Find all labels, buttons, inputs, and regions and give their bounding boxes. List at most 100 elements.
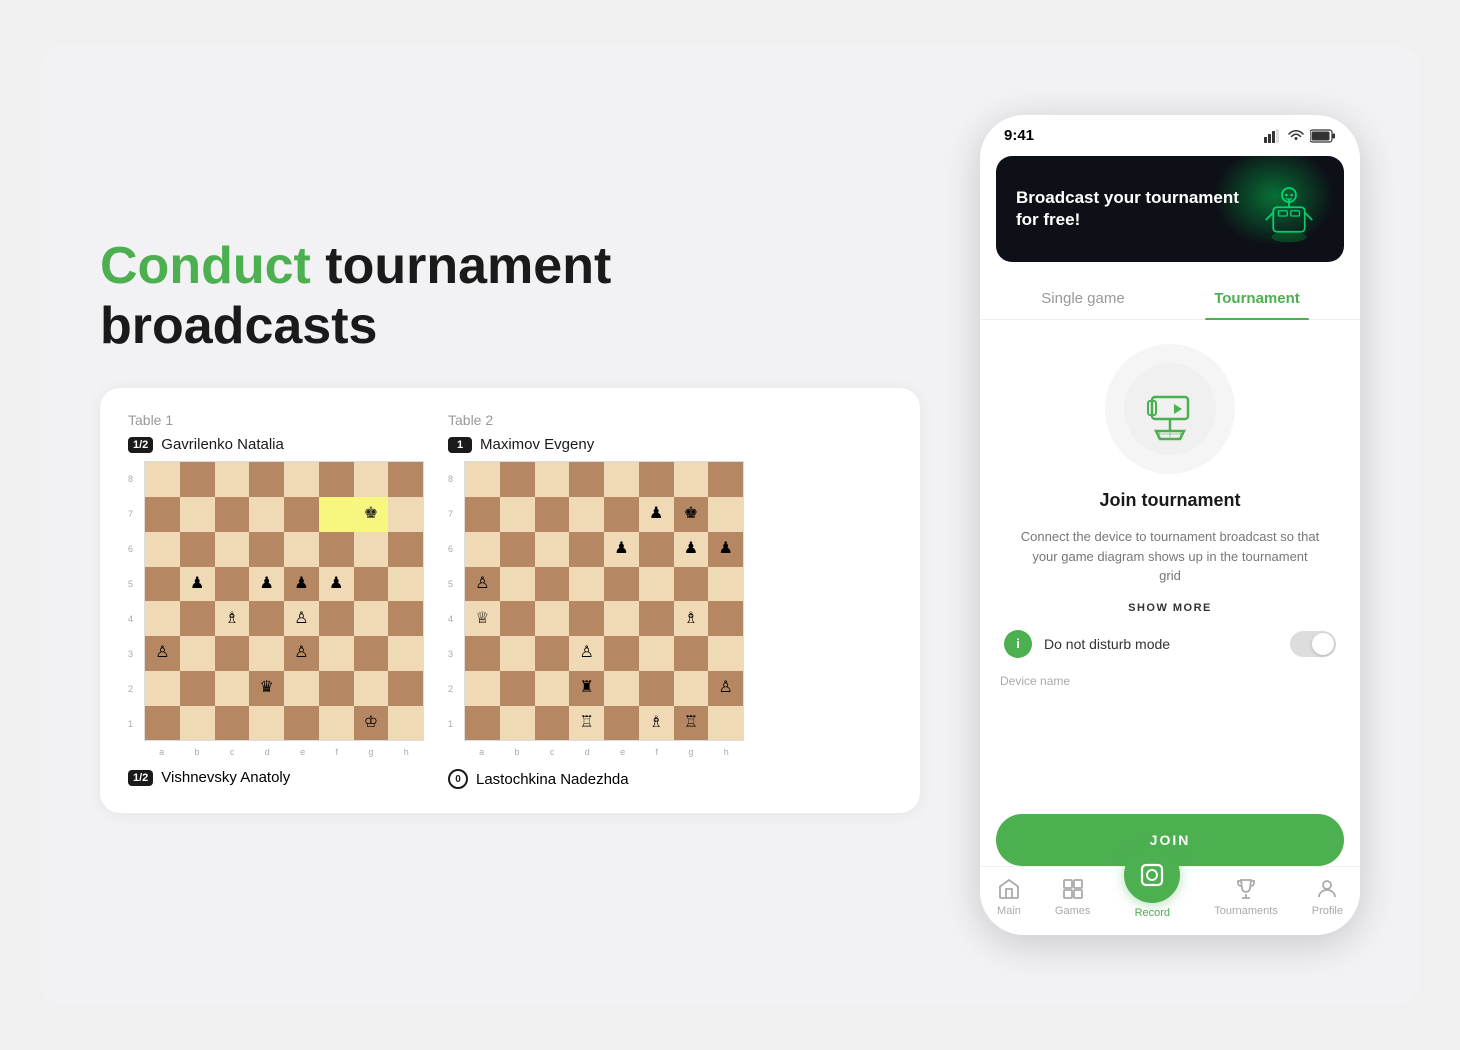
cell-0-7 xyxy=(708,462,743,497)
cell-1-1 xyxy=(500,497,535,532)
cell-2-2 xyxy=(215,532,250,567)
file-labels-1: abcdefgh xyxy=(144,747,424,757)
cell-0-6 xyxy=(354,462,389,497)
chess-piece: ♟ xyxy=(190,576,204,592)
cell-5-0 xyxy=(465,636,500,671)
record-icon xyxy=(1138,861,1166,889)
cell-6-5 xyxy=(639,671,674,706)
phone: 9:41 xyxy=(980,115,1360,935)
chess-piece: ♕ xyxy=(475,611,489,627)
cell-4-4 xyxy=(604,601,639,636)
cell-6-0 xyxy=(145,671,180,706)
cell-2-7: ♟ xyxy=(708,532,743,567)
cell-7-3: ♖ xyxy=(569,706,604,741)
cell-1-4 xyxy=(284,497,319,532)
cell-4-7 xyxy=(708,601,743,636)
signal-icon xyxy=(1264,129,1282,143)
table1-player2-name: Vishnevsky Anatoly xyxy=(161,769,290,786)
cell-5-7 xyxy=(708,636,743,671)
table1-player1-badge: 1/2 xyxy=(128,437,153,453)
cell-2-0 xyxy=(465,532,500,567)
nav-record[interactable]: Record xyxy=(1124,875,1180,919)
nav-main[interactable]: Main xyxy=(997,877,1021,917)
cell-6-1 xyxy=(500,671,535,706)
cell-2-7 xyxy=(388,532,423,567)
nav-tournaments[interactable]: Tournaments xyxy=(1214,877,1278,917)
cell-7-6: ♖ xyxy=(674,706,709,741)
chess-piece: ♚ xyxy=(364,506,378,522)
show-more-button[interactable]: SHOW MORE xyxy=(1128,602,1212,614)
mode-tabs: Single game Tournament xyxy=(980,278,1360,320)
app-container: Conduct tournamentbroadcasts Table 1 1/2… xyxy=(40,45,1420,1005)
chess-piece: ♟ xyxy=(294,576,308,592)
cell-0-0 xyxy=(145,462,180,497)
chess-piece: ♙ xyxy=(475,576,489,592)
promo-banner[interactable]: Broadcast your tournamentfor free! xyxy=(996,156,1344,262)
table1-player1-row: 1/2 Gavrilenko Natalia xyxy=(128,436,424,453)
cell-3-3: ♟ xyxy=(249,567,284,602)
cell-5-2 xyxy=(535,636,570,671)
right-section: 9:41 xyxy=(960,115,1380,935)
cell-4-1 xyxy=(180,601,215,636)
cell-7-5 xyxy=(319,706,354,741)
cell-2-2 xyxy=(535,532,570,567)
nav-games-label: Games xyxy=(1055,905,1090,917)
cell-2-3 xyxy=(569,532,604,567)
games-icon xyxy=(1061,877,1085,901)
status-bar: 9:41 xyxy=(980,115,1360,148)
table1-col: Table 1 1/2 Gavrilenko Natalia 87654321 … xyxy=(128,412,424,789)
table2-player2-badge: 0 xyxy=(448,769,468,789)
cell-1-3 xyxy=(569,497,604,532)
table2-player2-name: Lastochkina Nadezhda xyxy=(476,771,629,788)
cell-3-7 xyxy=(388,567,423,602)
cell-6-7 xyxy=(388,671,423,706)
record-button[interactable] xyxy=(1124,847,1180,903)
status-time: 9:41 xyxy=(1004,127,1034,144)
cell-5-5 xyxy=(639,636,674,671)
cell-4-4: ♙ xyxy=(284,601,319,636)
headline-green: Conduct xyxy=(100,237,311,295)
chess-board-1: ♚♟♟♟♟♗♙♙♙♛♔ xyxy=(144,461,424,741)
nav-profile[interactable]: Profile xyxy=(1312,877,1343,917)
tab-single-game[interactable]: Single game xyxy=(996,278,1170,319)
headline: Conduct tournamentbroadcasts xyxy=(100,237,920,357)
cell-0-5 xyxy=(639,462,674,497)
cell-3-0 xyxy=(145,567,180,602)
chess-piece: ♜ xyxy=(579,680,593,696)
chess-piece: ♗ xyxy=(225,611,239,627)
info-icon: i xyxy=(1004,630,1032,658)
cell-5-3: ♙ xyxy=(569,636,604,671)
cell-1-6: ♚ xyxy=(354,497,389,532)
cell-3-0: ♙ xyxy=(465,567,500,602)
cell-6-2 xyxy=(535,671,570,706)
table1-player2-row: 1/2 Vishnevsky Anatoly xyxy=(128,769,424,786)
chess-piece: ♟ xyxy=(259,576,273,592)
cell-4-0: ♕ xyxy=(465,601,500,636)
cell-1-4 xyxy=(604,497,639,532)
cell-5-1 xyxy=(180,636,215,671)
nav-games[interactable]: Games xyxy=(1055,877,1090,917)
chess-piece: ♔ xyxy=(364,715,378,731)
chess-piece: ♟ xyxy=(684,541,698,557)
cell-4-6 xyxy=(354,601,389,636)
nav-tournaments-label: Tournaments xyxy=(1214,905,1278,917)
cell-1-5 xyxy=(319,497,354,532)
cell-2-6: ♟ xyxy=(674,532,709,567)
cell-4-0 xyxy=(145,601,180,636)
do-not-disturb-row: i Do not disturb mode xyxy=(1000,630,1340,658)
cell-2-4: ♟ xyxy=(604,532,639,567)
cell-1-5: ♟ xyxy=(639,497,674,532)
cell-5-2 xyxy=(215,636,250,671)
cell-6-0 xyxy=(465,671,500,706)
cell-6-5 xyxy=(319,671,354,706)
cell-7-0 xyxy=(465,706,500,741)
cell-0-6 xyxy=(674,462,709,497)
cell-5-5 xyxy=(319,636,354,671)
cell-2-5 xyxy=(319,532,354,567)
table2-player1-row: 1 Maximov Evgeny xyxy=(448,436,744,453)
table1-label: Table 1 xyxy=(128,412,424,428)
cell-4-3 xyxy=(569,601,604,636)
status-icons xyxy=(1264,129,1336,143)
tab-tournament[interactable]: Tournament xyxy=(1170,278,1344,319)
do-not-disturb-toggle[interactable] xyxy=(1290,631,1336,657)
